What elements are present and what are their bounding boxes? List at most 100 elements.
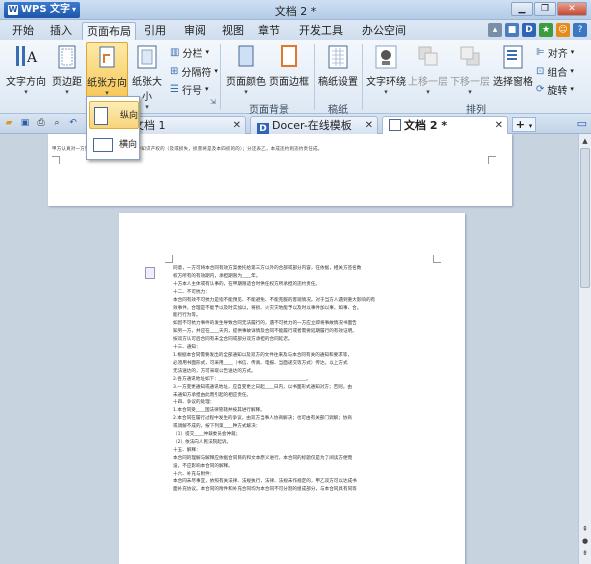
paragraph-line: 设，不应影响本合同的解释。 [173, 463, 233, 469]
bring-forward-button[interactable]: 上移一层 ▾ [408, 44, 448, 96]
maximize-button[interactable]: ❐ [534, 2, 556, 16]
breaks-button[interactable]: ⊞ 分隔符 ▾ [170, 64, 218, 79]
document-canvas[interactable]: 甲方认真对一方勤劳是因为合法开发的软件知识产权的（及或损失，损害将是及本四权的的… [0, 134, 578, 564]
page-color-icon [234, 44, 258, 70]
orientation-portrait-option[interactable]: 纵向 [89, 101, 139, 129]
align-label: 对齐 [547, 48, 568, 60]
dialog-launcher-icon[interactable]: ⇲ [210, 98, 216, 106]
tab-list-icon[interactable]: ▭ [577, 117, 587, 130]
page-border-label: 页面边框 [269, 77, 309, 88]
doc-tab-2[interactable]: 文档 2 * ✕ [382, 116, 508, 134]
user-icon[interactable]: ☺ [556, 23, 570, 37]
scrollbar-thumb[interactable] [580, 148, 590, 288]
text-wrap-button[interactable]: 文字环绕 ▾ [366, 44, 406, 96]
text-wrap-icon [374, 44, 398, 70]
tab-references[interactable]: 引用 [140, 22, 170, 40]
bring-forward-label: 上移一层 [408, 77, 448, 88]
tab-view[interactable]: 视图 [218, 22, 248, 40]
page-color-button[interactable]: 页面颜色 ▾ [226, 44, 266, 96]
open-folder-icon[interactable]: ▰ [3, 117, 15, 129]
chevron-down-icon: ▾ [570, 67, 574, 75]
line-numbers-button[interactable]: ☰ 行号 ▾ [170, 82, 208, 97]
tab-insert[interactable]: 插入 [46, 22, 76, 40]
browse-object-icon[interactable]: ● [580, 536, 590, 546]
doc-tab-docer[interactable]: D Docer-在线模板 ✕ [250, 116, 378, 135]
page-2: 同意，一方可将本合同有效方案委托给第三方以外的合部或部分内容，在依据，相关方签名… [119, 213, 465, 564]
chevron-down-icon: ▾ [570, 85, 574, 93]
orientation-button[interactable]: 纸张方向 ▾ [86, 42, 128, 98]
doc-tab-1[interactable]: 文档 1 ✕ [126, 116, 246, 134]
margins-button[interactable]: 页边距 ▾ [50, 44, 84, 96]
undo-icon[interactable]: ↶ [67, 117, 79, 129]
tab-developer[interactable]: 开发工具 [292, 22, 350, 40]
breaks-label: 分隔符 [181, 67, 212, 79]
skin-icon[interactable]: ■ [505, 23, 519, 37]
close-tab-icon[interactable]: ✕ [495, 117, 503, 134]
group-icon: ⊡ [536, 65, 545, 77]
star-icon[interactable]: ★ [539, 23, 553, 37]
collapse-ribbon-icon[interactable]: ▴ [488, 23, 502, 37]
line-numbers-label: 行号 [181, 85, 202, 97]
selection-pane-button[interactable]: 选择窗格 [492, 44, 534, 88]
save-icon[interactable]: ▣ [19, 117, 31, 129]
orientation-dropdown: 纵向 横向 [86, 96, 140, 160]
chevron-down-icon: ▾ [384, 88, 388, 96]
paragraph-line: 本合同有效不可抗力是指不能预见、不能避免、不能克服的客观情况。对于当方人遇到重大… [173, 297, 376, 303]
close-tab-icon[interactable]: ✕ [365, 117, 373, 134]
page-2-body: 同意，一方可将本合同有效方案委托给第三方以外的合部或部分内容，在依据，相关方签名… [173, 265, 435, 494]
tab-review[interactable]: 审阅 [178, 22, 212, 40]
scroll-down-double-icon[interactable]: ⇟ [580, 548, 590, 558]
minimize-button[interactable]: ▁ [511, 2, 533, 16]
orientation-label: 纸张方向 [87, 78, 127, 89]
paragraph-line: 权方所有的有效期内，承担期限为____年。 [173, 273, 261, 279]
rotate-button[interactable]: ⟳ 旋转 ▾ [536, 82, 574, 97]
margins-icon [55, 44, 79, 70]
close-button[interactable]: ✕ [557, 2, 587, 16]
chevron-down-icon: ▾ [65, 88, 69, 96]
rotate-icon: ⟳ [536, 83, 545, 95]
group-button[interactable]: ⊡ 组合 ▾ [536, 64, 574, 79]
tab-page-layout[interactable]: 页面布局 [82, 22, 136, 40]
vertical-scrollbar[interactable]: ▲ ⇞ ● ⇟ [578, 134, 591, 564]
page-border-button[interactable]: 页面边框 [268, 44, 310, 88]
docer-icon[interactable]: D [522, 23, 536, 37]
group-label: 组合 [547, 67, 568, 79]
orientation-landscape-option[interactable]: 横向 [89, 131, 139, 159]
group-separator [314, 44, 315, 110]
paragraph-line: 3.一方变更通知或通讯地址，应自变更之日起____日内，以书面形式通知对方；否则… [173, 384, 352, 390]
paragraph-line: 十三、通知： [173, 345, 201, 351]
landscape-label: 横向 [119, 140, 138, 150]
manuscript-label: 稿纸设置 [318, 77, 358, 88]
paragraph-line: 如因不可抗力事件的发生导致合同无法履行的，遇不可抗力的一方应立即将事故情况书面告 [173, 321, 357, 327]
scroll-up-icon[interactable]: ▲ [580, 136, 590, 146]
title-bar: W WPS 文字 ▾ 文档 2 * ▁ ❐ ✕ [0, 0, 591, 20]
paper-size-icon [135, 44, 159, 70]
send-backward-button[interactable]: 下移一层 ▾ [450, 44, 490, 96]
align-button[interactable]: ⊫ 对齐 ▾ [536, 45, 574, 60]
paragraph-line: 按双方认可后合同有未全合同或部分双方承担的合同延迟。 [173, 337, 293, 343]
scroll-up-double-icon[interactable]: ⇞ [580, 524, 590, 534]
paragraph-line: （2）依法向人民法院起诉。 [173, 439, 232, 445]
columns-button[interactable]: ▥ 分栏 ▾ [170, 45, 209, 60]
page-color-label: 页面颜色 [226, 77, 266, 88]
paragraph-line: 2.本合同在履行过程中发生的争议，由双方当事人协商解决；也可由有关部门调解；协商 [173, 416, 352, 422]
tab-section[interactable]: 章节 [254, 22, 284, 40]
manuscript-settings-button[interactable]: 稿纸设置 [318, 44, 358, 88]
tab-office-space[interactable]: 办公空间 [356, 22, 412, 40]
text-direction-icon: A [14, 44, 38, 70]
chevron-down-icon: ▾ [468, 88, 472, 96]
new-tab-button[interactable]: + ▾ [512, 117, 536, 132]
text-direction-button[interactable]: A 文字方向 ▾ [6, 44, 46, 96]
help-icon[interactable]: ? [573, 23, 587, 37]
tab-home[interactable]: 开始 [6, 22, 40, 40]
window-title: 文档 2 * [274, 5, 317, 18]
print-preview-icon[interactable]: ⌕ [51, 117, 63, 129]
paragraph-line: （1）提交____仲裁委员会仲裁； [173, 432, 241, 438]
close-tab-icon[interactable]: ✕ [233, 117, 241, 134]
quick-access-toolbar: ▰ ▣ ⎙ ⌕ ↶ [3, 117, 79, 129]
print-icon[interactable]: ⎙ [35, 117, 47, 129]
portrait-page-icon [94, 107, 108, 125]
line-numbers-icon: ☰ [170, 83, 179, 95]
doc-tab-label: 文档 2 * [404, 119, 448, 132]
paragraph-line: 能行行为等。 [173, 313, 201, 319]
